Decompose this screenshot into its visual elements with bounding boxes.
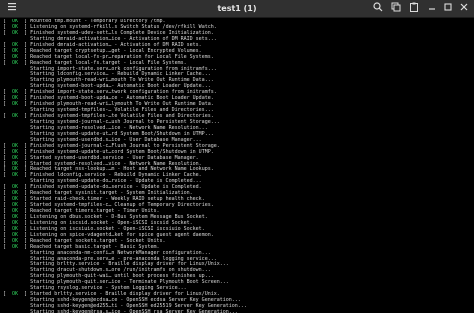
maximize-icon[interactable]	[442, 2, 454, 15]
title-bar: test1 (1)	[0, 0, 474, 18]
search-icon[interactable]	[372, 2, 384, 15]
close-icon[interactable]	[458, 2, 470, 15]
status-blank	[3, 309, 30, 313]
window-title: test1 (1)	[217, 4, 257, 13]
paste-icon[interactable]	[408, 2, 420, 15]
copy-icon[interactable]	[390, 2, 402, 15]
terminal-output[interactable]: [ OK ] Mounted tmp.mount - Temporary Dir…	[3, 19, 471, 313]
minimize-icon[interactable]	[426, 2, 438, 15]
log-message: Starting sshd-keygen@rsa.s…ice - OpenSSH…	[30, 308, 238, 313]
terminal-window: test1 (1) [ OK ] Mounted tmp.mount - Tem…	[0, 0, 474, 313]
